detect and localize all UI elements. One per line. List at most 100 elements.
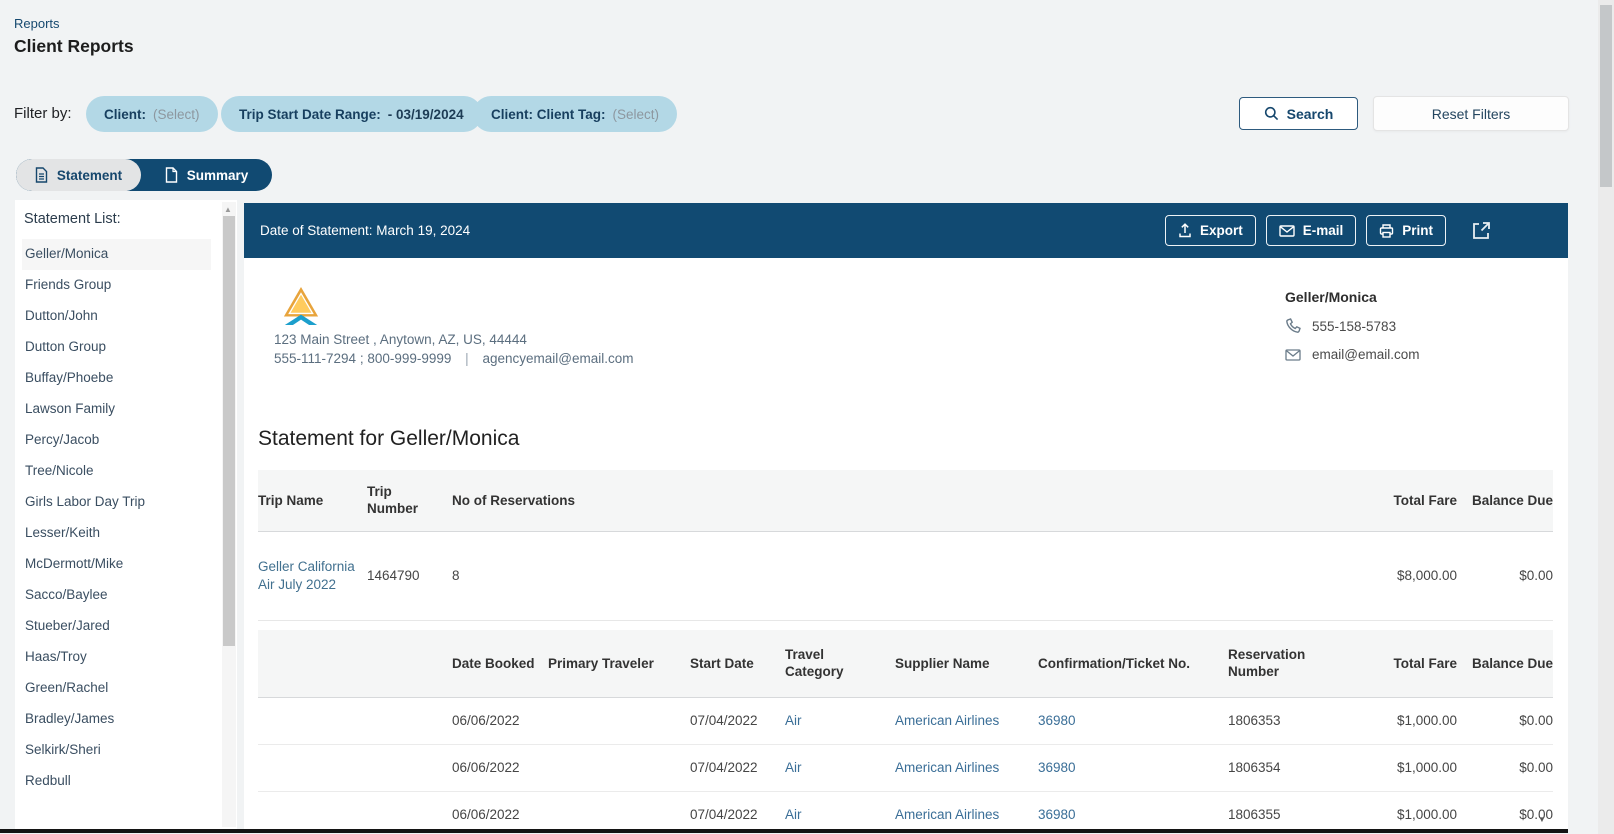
col-res-balance-due: Balance Due <box>1471 655 1553 671</box>
statement-list-item[interactable]: Tree/Nicole <box>22 456 211 487</box>
reset-filters-button[interactable]: Reset Filters <box>1373 96 1569 131</box>
statement-list-item[interactable]: Stueber/Jared <box>22 611 211 642</box>
summary-document-icon <box>165 167 177 183</box>
col-date-booked: Date Booked <box>452 655 535 671</box>
trip-row: Geller California Air July 2022 1464790 … <box>258 531 1553 620</box>
tab-statement[interactable]: Statement <box>16 159 141 191</box>
trip-balance-due: $0.00 <box>1519 567 1553 583</box>
statement-list-item[interactable]: Green/Rachel <box>22 673 211 704</box>
col-empty <box>258 630 452 697</box>
chip-date-label: Trip Start Date Range: <box>239 106 381 122</box>
sidebar-scrollbar[interactable]: ▲ <box>222 202 236 827</box>
travel-category-link[interactable]: Air <box>785 697 895 744</box>
reservations-table: Date Booked Primary Traveler Start Date … <box>258 630 1553 830</box>
col-no-of-reservations: No of Reservations <box>452 492 576 508</box>
filter-chip-client[interactable]: Client: (Select) <box>86 96 218 132</box>
col-primary-traveler: Primary Traveler <box>548 655 654 671</box>
col-travel-category: Travel Category <box>785 647 844 680</box>
statement-list-item[interactable]: Redbull <box>22 766 211 797</box>
statement-list-item[interactable]: Friends Group <box>22 270 211 301</box>
sidebar-scrollbar-thumb[interactable] <box>223 216 235 646</box>
col-trip-name: Trip Name <box>258 492 324 508</box>
tab-summary[interactable]: Summary <box>141 159 272 191</box>
statement-list-item[interactable]: Buffay/Phoebe <box>22 363 211 394</box>
open-in-new-window-icon[interactable] <box>1471 220 1492 241</box>
statement-list-item[interactable]: Dutton/John <box>22 301 211 332</box>
search-button[interactable]: Search <box>1239 97 1358 130</box>
agency-phones: 555-111-7294 ; 800-999-9999 <box>274 351 452 366</box>
start-date: 07/04/2022 <box>690 759 758 775</box>
primary-traveler <box>548 697 690 744</box>
res-balance-due: $0.00 <box>1519 759 1553 775</box>
trip-total-fare: $8,000.00 <box>1396 567 1457 583</box>
client-email: email@email.com <box>1312 347 1420 362</box>
supplier-link[interactable]: American Airlines <box>895 791 1038 830</box>
reservation-row: 06/06/2022 07/04/2022 Air American Airli… <box>258 697 1553 744</box>
trip-table-header-row: Trip Name Trip Number No of Reservations… <box>258 470 1553 531</box>
page-scrollbar-thumb[interactable] <box>1600 5 1612 187</box>
client-phone: 555-158-5783 <box>1312 318 1397 334</box>
col-res-total-fare: Total Fare <box>1393 655 1457 671</box>
tab-statement-label: Statement <box>56 167 123 183</box>
col-trip-number: Trip Number <box>367 484 419 517</box>
statement-list-panel: Statement List: Geller/Monica Friends Gr… <box>15 200 237 829</box>
confirmation-link[interactable]: 36980 <box>1038 791 1228 830</box>
separator: | <box>465 351 469 366</box>
reservation-number: 1806355 <box>1228 806 1281 822</box>
chip-tag-value: (Select) <box>612 106 660 122</box>
chip-client-value: (Select) <box>153 106 200 122</box>
reservation-row: 06/06/2022 07/04/2022 Air American Airli… <box>258 791 1553 830</box>
statement-list-item[interactable]: McDermott/Mike <box>22 549 211 580</box>
filter-chip-client-tag[interactable]: Client: Client Tag: (Select) <box>473 96 678 132</box>
date-of-statement: Date of Statement: March 19, 2024 <box>260 223 471 238</box>
chip-client-label: Client: <box>104 106 146 122</box>
agency-info: 123 Main Street , Anytown, AZ, US, 44444… <box>274 286 633 366</box>
trip-name-link[interactable]: Geller California Air July 2022 <box>258 531 367 620</box>
page-scrollbar[interactable] <box>1598 0 1614 834</box>
page-title: Client Reports <box>14 36 134 56</box>
email-icon <box>1279 224 1295 237</box>
statement-list-item[interactable]: Girls Labor Day Trip <box>22 487 211 518</box>
email-button[interactable]: E-mail <box>1265 215 1357 246</box>
statement-list-item[interactable]: Geller/Monica <box>22 239 211 270</box>
reservation-number: 1806354 <box>1228 759 1281 775</box>
scroll-up-arrow-icon[interactable]: ▲ <box>224 205 232 214</box>
export-button[interactable]: Export <box>1164 215 1256 246</box>
statement-list-item[interactable]: Lesser/Keith <box>22 518 211 549</box>
search-label: Search <box>1286 105 1334 122</box>
statement-list-item[interactable]: Bradley/James <box>22 704 211 735</box>
statement-list-item[interactable]: Dutton Group <box>22 332 211 363</box>
res-total-fare: $1,000.00 <box>1396 759 1457 775</box>
travel-category-link[interactable]: Air <box>785 791 895 830</box>
export-label: Export <box>1199 223 1243 238</box>
filter-chip-trip-start-date-range[interactable]: Trip Start Date Range: - 03/19/2024 <box>221 96 482 132</box>
reset-filters-label: Reset Filters <box>1431 105 1511 122</box>
statement-viewer: Date of Statement: March 19, 2024 Export… <box>244 203 1568 830</box>
statement-list-heading: Statement List: <box>24 211 121 227</box>
statement-list-item[interactable]: Sacco/Baylee <box>22 580 211 611</box>
statement-list-item[interactable]: Selkirk/Sheri <box>22 735 211 766</box>
scroll-down-arrow-icon[interactable]: ▼ <box>1538 815 1546 824</box>
statement-list-item[interactable]: Percy/Jacob <box>22 425 211 456</box>
print-button[interactable]: Print <box>1366 215 1446 246</box>
supplier-link[interactable]: American Airlines <box>895 744 1038 791</box>
statement-document-icon <box>35 167 48 183</box>
filter-by-label: Filter by: <box>14 105 72 122</box>
reservation-row: 06/06/2022 07/04/2022 Air American Airli… <box>258 744 1553 791</box>
col-total-fare: Total Fare <box>1393 492 1457 508</box>
statement-list-item[interactable]: Haas/Troy <box>22 642 211 673</box>
col-start-date: Start Date <box>690 655 754 671</box>
col-confirmation-ticket-no: Confirmation/Ticket No. <box>1038 655 1191 671</box>
reservations-header-row: Date Booked Primary Traveler Start Date … <box>258 630 1553 697</box>
search-icon <box>1264 106 1278 121</box>
statement-list-item[interactable]: Lawson Family <box>22 394 211 425</box>
date-booked: 06/06/2022 <box>452 806 520 822</box>
confirmation-link[interactable]: 36980 <box>1038 744 1228 791</box>
report-type-tabs: Statement Summary <box>16 159 272 191</box>
confirmation-link[interactable]: 36980 <box>1038 697 1228 744</box>
travel-category-link[interactable]: Air <box>785 744 895 791</box>
primary-traveler <box>548 791 690 830</box>
chip-tag-label: Client: Client Tag: <box>491 106 606 122</box>
supplier-link[interactable]: American Airlines <box>895 697 1038 744</box>
breadcrumb[interactable]: Reports <box>14 16 60 31</box>
